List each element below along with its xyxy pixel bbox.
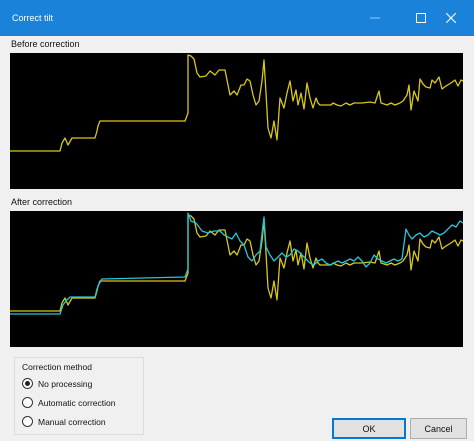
radio-button[interactable]	[22, 416, 33, 427]
minimize-button[interactable]	[352, 0, 398, 36]
correction-method-title: Correction method	[20, 362, 94, 372]
after-corrected-profile-line	[10, 212, 463, 315]
before-correction-graph	[10, 53, 463, 189]
window-title: Correct tilt	[12, 13, 54, 23]
after-correction-plot	[10, 212, 463, 315]
radio-button-selected[interactable]	[22, 378, 33, 389]
radio-automatic-correction[interactable]: Automatic correction	[22, 397, 115, 408]
before-correction-plot	[10, 54, 463, 152]
before-profile-line	[10, 54, 463, 152]
before-correction-label: Before correction	[11, 39, 80, 49]
radio-button[interactable]	[22, 397, 33, 408]
minimize-icon	[370, 17, 380, 19]
radio-label-manual-correction: Manual correction	[38, 416, 106, 427]
cancel-button[interactable]: Cancel	[410, 418, 467, 439]
radio-no-processing[interactable]: No processing	[22, 378, 92, 389]
radio-label-no-processing: No processing	[38, 378, 93, 389]
radio-manual-correction[interactable]: Manual correction	[22, 416, 106, 427]
maximize-icon	[416, 13, 426, 23]
ok-button[interactable]: OK	[332, 418, 406, 439]
close-button[interactable]	[428, 0, 474, 36]
radio-label-automatic-correction: Automatic correction	[38, 397, 116, 408]
after-correction-label: After correction	[11, 197, 73, 207]
title-bar[interactable]: Correct tilt	[0, 0, 474, 36]
after-correction-graph	[10, 211, 463, 347]
close-icon	[446, 13, 456, 23]
